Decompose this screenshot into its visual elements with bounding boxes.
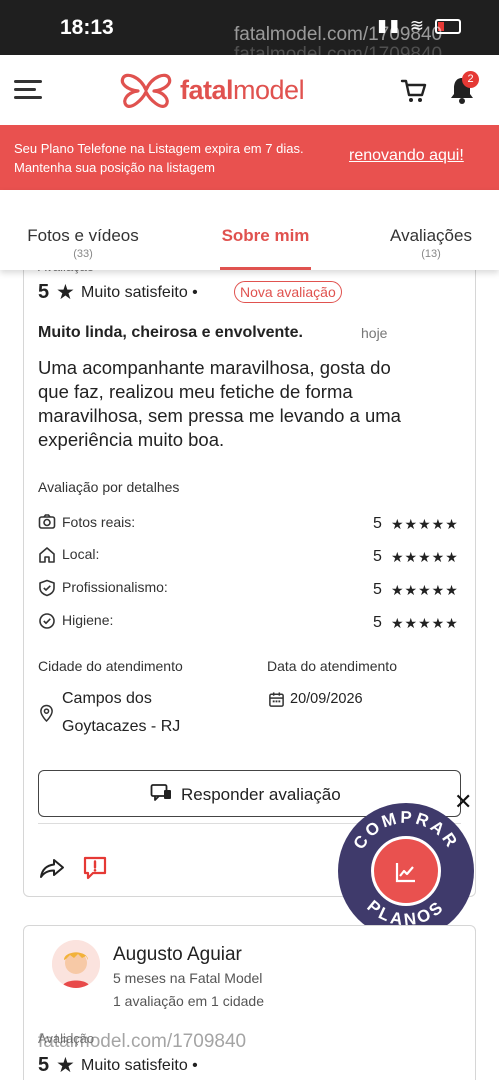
city-line-1: Campos dos xyxy=(62,690,152,707)
star-icon: ★ xyxy=(56,281,75,304)
active-tab-indicator xyxy=(220,267,311,270)
review-body-line-1: Uma acompanhante maravilhosa, gosta do xyxy=(38,357,391,378)
review-body-line-3: maravilhosa, sem pressa me levando a uma xyxy=(38,405,401,426)
profile-tabs: Fotos e vídeos (33) Sobre mim Avaliações… xyxy=(0,190,499,270)
share-icon[interactable] xyxy=(39,857,65,879)
location-pin-icon xyxy=(40,704,53,723)
avatar xyxy=(52,940,100,988)
report-icon[interactable] xyxy=(82,855,108,881)
watermark-top-1: fatalmodel.com/1709840 xyxy=(234,24,443,45)
detail-score-hygiene: 5 xyxy=(373,614,382,631)
detail-score-professionalism: 5 xyxy=(373,581,382,598)
banner-line-2: Mantenha sua posição na listagem xyxy=(14,160,215,175)
detail-stars-professionalism: ★★★★★ xyxy=(391,582,459,598)
new-review-badge: Nova avaliação xyxy=(234,281,342,303)
butterfly-logo-icon xyxy=(120,73,172,108)
detail-stars-photos: ★★★★★ xyxy=(391,516,459,532)
camera-icon xyxy=(38,514,56,529)
status-time: 18:13 xyxy=(60,16,114,39)
review-score: 5 xyxy=(38,281,50,303)
buy-plans-fab[interactable]: COMPRAR PLANOS xyxy=(338,803,474,939)
detail-score-photos: 5 xyxy=(373,515,382,532)
app-screen: 18:13 ▮▮ ≋ fatalmodel.com/1709840 fatalm… xyxy=(0,0,499,1080)
tab-label: Avaliações xyxy=(390,226,472,245)
service-date: 20/09/2026 xyxy=(290,691,363,707)
next-review-rating-text: Muito satisfeito • xyxy=(81,1057,198,1074)
tab-fotos-videos[interactable]: Fotos e vídeos (33) xyxy=(22,226,144,260)
renew-link[interactable]: renovando aqui! xyxy=(349,147,464,165)
detail-stars-local: ★★★★★ xyxy=(391,549,459,565)
user-avatar-icon xyxy=(52,940,100,988)
brand-logo[interactable]: fatalmodel xyxy=(118,70,305,110)
detail-label-professionalism: Profissionalismo: xyxy=(62,579,168,595)
next-star-icon: ★ xyxy=(56,1054,75,1077)
reviewer-name: Augusto Aguiar xyxy=(113,944,242,965)
calendar-icon xyxy=(269,692,284,707)
watermark-bottom: fatalmodel.com/1709840 xyxy=(38,1031,247,1052)
banner-line-1: Seu Plano Telefone na Listagem expira em… xyxy=(14,141,304,156)
review-title: Muito linda, cheirosa e envolvente. xyxy=(38,324,303,341)
cart-icon[interactable] xyxy=(400,77,428,105)
tab-label: Sobre mim xyxy=(221,226,310,245)
review-body-line-2: que faz, realizou meu fetiche de forma xyxy=(38,381,353,402)
notification-badge: 2 xyxy=(462,71,479,88)
date-label: Data do atendimento xyxy=(267,658,397,674)
tab-sobre-mim[interactable]: Sobre mim xyxy=(215,226,316,246)
detail-label-photos: Fotos reais: xyxy=(62,514,136,530)
tab-count: (33) xyxy=(73,248,93,260)
detail-stars-hygiene: ★★★★★ xyxy=(391,615,459,631)
next-review-score: 5 xyxy=(38,1054,50,1076)
review-rating-text: Muito satisfeito • xyxy=(81,284,198,301)
fab-center xyxy=(371,836,441,906)
reviewer-meta-2: 1 avaliação em 1 cidade xyxy=(113,993,264,1009)
city-line-2: Goytacazes - RJ xyxy=(62,718,181,735)
menu-icon[interactable] xyxy=(14,80,42,100)
review-time: hoje xyxy=(361,325,388,341)
home-icon xyxy=(39,547,55,563)
tab-count: (13) xyxy=(421,248,441,260)
detail-score-local: 5 xyxy=(373,548,382,565)
status-bar: 18:13 ▮▮ ≋ fatalmodel.com/1709840 fatalm… xyxy=(0,0,499,65)
brand-strong: fatal xyxy=(180,74,234,105)
details-title: Avaliação por detalhes xyxy=(38,479,180,495)
city-label: Cidade do atendimento xyxy=(38,658,183,674)
brand-rest: model xyxy=(233,74,305,105)
reviewer-meta-1: 5 meses na Fatal Model xyxy=(113,970,263,986)
chat-reply-icon xyxy=(150,784,171,801)
chart-trend-icon xyxy=(395,863,415,883)
shield-check-icon xyxy=(39,579,55,597)
tab-label: Fotos e vídeos xyxy=(27,226,139,245)
tab-avaliacoes[interactable]: Avaliações (13) xyxy=(385,226,477,260)
top-header: fatalmodel 2 xyxy=(0,55,499,125)
plan-expiry-banner: Seu Plano Telefone na Listagem expira em… xyxy=(0,125,499,190)
detail-label-local: Local: xyxy=(62,546,100,562)
detail-label-hygiene: Higiene: xyxy=(62,612,114,628)
review-body-line-4: experiência muito boa. xyxy=(38,429,225,450)
check-circle-icon xyxy=(39,613,55,629)
reply-button-label: Responder avaliação xyxy=(181,785,341,804)
